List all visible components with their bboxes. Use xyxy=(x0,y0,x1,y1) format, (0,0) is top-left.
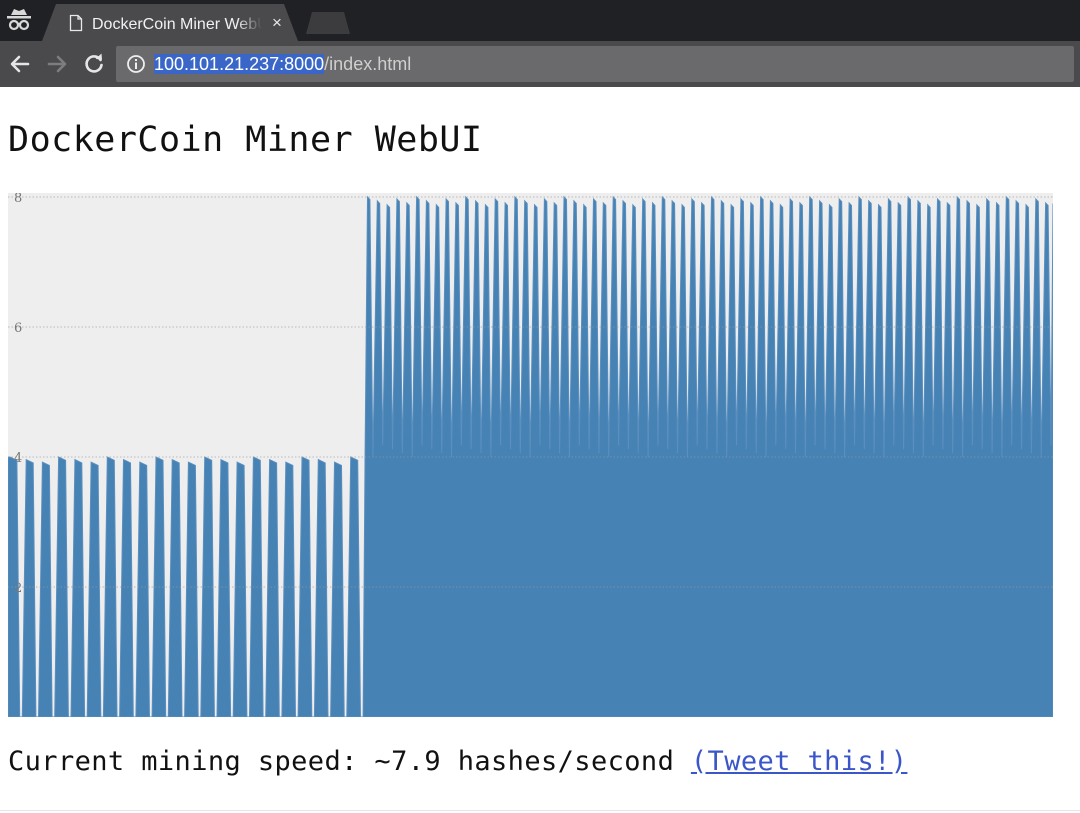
url-path: /index.html xyxy=(324,54,412,74)
y-tick-label-8: 8 xyxy=(14,193,22,206)
new-tab-button[interactable] xyxy=(306,12,350,34)
reload-icon[interactable] xyxy=(81,51,107,77)
mining-speed-line: Current mining speed: ~7.9 hashes/second… xyxy=(8,740,907,784)
tweet-link[interactable]: (Tweet this!) xyxy=(691,746,908,777)
page-title: DockerCoin Miner WebUI xyxy=(8,120,483,160)
mining-speed-chart: 2 4 6 8 xyxy=(8,193,1053,717)
info-icon[interactable] xyxy=(126,54,146,74)
speed-unit: hashes/second xyxy=(441,746,691,777)
browser-tab-bar: DockerCoin Miner WebUI × xyxy=(0,0,1080,41)
y-tick-label-6: 6 xyxy=(14,321,22,336)
speed-value: ~7.9 xyxy=(374,746,442,777)
speed-prefix: Current mining speed: xyxy=(8,746,375,777)
forward-arrow-icon[interactable] xyxy=(44,51,70,77)
y-tick-label-4: 4 xyxy=(14,451,22,466)
active-tab[interactable]: DockerCoin Miner WebUI × xyxy=(42,4,298,41)
url-text[interactable]: 100.101.21.237:8000/index.html xyxy=(154,52,411,76)
incognito-icon xyxy=(7,9,31,31)
address-bar[interactable]: 100.101.21.237:8000/index.html xyxy=(116,46,1074,82)
y-tick-label-2: 2 xyxy=(14,581,22,596)
tab-title: DockerCoin Miner WebUI xyxy=(92,16,262,33)
document-icon xyxy=(69,14,83,32)
url-host: 100.101.21.237:8000 xyxy=(154,54,325,74)
page-divider xyxy=(0,810,1080,811)
browser-toolbar: 100.101.21.237:8000/index.html xyxy=(0,41,1080,87)
back-arrow-icon[interactable] xyxy=(7,51,33,77)
tab-close-icon[interactable]: × xyxy=(268,13,286,33)
